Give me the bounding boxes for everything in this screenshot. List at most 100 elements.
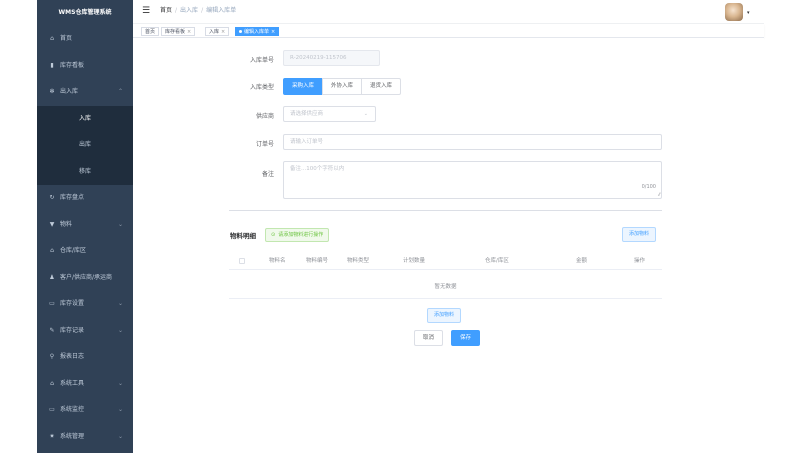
sidebar-item-label: 移库 xyxy=(78,167,91,175)
toolbox-icon: ⌂ xyxy=(50,379,54,387)
remark-placeholder: 备注...100个字符以内 xyxy=(290,166,345,172)
sidebar-item-transfer[interactable]: 移库 xyxy=(37,158,133,185)
tag-label: 入库 xyxy=(209,29,220,35)
sidebar-item-home[interactable]: ⌂ 首页 xyxy=(37,26,133,53)
tag-edit-inbound[interactable]: 编辑入库单 × xyxy=(235,27,280,36)
sidebar: WMS仓库管理系统 ⌂ 首页 ▮ 库存看板 ✻ 出入库 ⌃ 入库 出库 移库 ↻ 库存盘… xyxy=(37,0,133,453)
page-gutter-left xyxy=(0,0,37,453)
remark-char-count: 0/100 xyxy=(641,184,656,190)
sidebar-item-in-out[interactable]: ✻ 出入库 ⌃ xyxy=(37,79,133,106)
sidebar-item-label: 物料 xyxy=(60,220,73,228)
sidebar-item-stocktake[interactable]: ↻ 库存盘点 xyxy=(37,185,133,212)
chevron-up-icon: ⌃ xyxy=(117,88,123,95)
select-all-checkbox[interactable] xyxy=(239,258,245,264)
tags-view: 首页 库存看板 × 入库 × 编辑入库单 × xyxy=(133,24,764,38)
order-num-input[interactable]: 请输入订单号 xyxy=(283,134,662,150)
remark-textarea[interactable]: 备注...100个字符以内 0/100 ⁄⁄ xyxy=(283,161,662,199)
supplier-label: 供应商 xyxy=(255,113,274,120)
home-icon: ⌂ xyxy=(50,35,54,42)
sidebar-item-system-tools[interactable]: ⌂ 系统工具 ⌄ xyxy=(37,371,133,398)
avatar[interactable] xyxy=(725,3,743,21)
close-icon[interactable]: × xyxy=(221,29,225,35)
cancel-button[interactable]: 取消 xyxy=(414,330,444,346)
breadcrumb: 首页 / 出入库 / 编辑入库单 xyxy=(160,7,236,15)
sidebar-item-label: 系统监控 xyxy=(60,406,85,413)
tip-text: 请添加物料进行操作 xyxy=(278,232,324,238)
column-header-material-code: 物料编号 xyxy=(306,258,329,264)
inbound-type-label: 入库类型 xyxy=(249,84,274,91)
section-divider xyxy=(229,210,662,211)
radio-purchase-inbound[interactable]: 采购入库 xyxy=(283,78,324,95)
radio-outsource-inbound[interactable]: 外协入库 xyxy=(322,78,363,95)
cart-icon: ▼ xyxy=(49,220,55,228)
warehouse-icon: ⌂ xyxy=(50,247,54,254)
tag-label: 编辑入库单 xyxy=(244,29,270,35)
tag-inbound[interactable]: 入库 × xyxy=(205,27,230,36)
sidebar-item-system-monitor[interactable]: ▭ 系统监控 ⌄ xyxy=(37,397,133,424)
column-header-material-name: 物料名 xyxy=(269,258,286,264)
add-material-button-bottom[interactable]: 添加物料 xyxy=(427,308,462,323)
sidebar-item-stock-records[interactable]: ✎ 库存记录 ⌄ xyxy=(37,318,133,345)
close-icon[interactable]: × xyxy=(271,29,275,35)
sidebar-item-label: 库存记录 xyxy=(60,326,85,334)
add-material-button-top[interactable]: 添加物料 xyxy=(622,227,657,242)
sidebar-item-label: 首页 xyxy=(60,35,73,42)
sidebar-item-label: 库存看板 xyxy=(60,61,85,69)
sync-icon: ↻ xyxy=(49,194,55,201)
sidebar-item-inventory-board[interactable]: ▮ 库存看板 xyxy=(37,53,133,80)
sidebar-item-material[interactable]: ▼ 物料 ⌄ xyxy=(37,212,133,239)
breadcrumb-item-in-out: 出入库 xyxy=(180,7,199,14)
chevron-down-icon: ⌄ xyxy=(117,379,123,387)
monitor-icon: ▭ xyxy=(49,300,55,307)
pen-icon: ✎ xyxy=(49,326,55,334)
top-navbar: ☰ 首页 / 出入库 / 编辑入库单 ▾ xyxy=(133,0,764,24)
breadcrumb-separator: / xyxy=(201,7,204,14)
sidebar-item-label: 库存盘点 xyxy=(60,194,85,201)
sidebar-item-label: 系统工具 xyxy=(60,379,85,387)
sidebar-item-label: 报表日志 xyxy=(60,353,85,360)
sidebar-item-label: 入库 xyxy=(78,114,91,122)
breadcrumb-item-current: 编辑入库单 xyxy=(206,7,237,14)
close-icon[interactable]: × xyxy=(187,29,191,35)
hamburger-icon[interactable]: ☰ xyxy=(142,6,150,16)
sidebar-item-label: 出库 xyxy=(78,141,91,148)
radio-return-inbound[interactable]: 退货入库 xyxy=(361,78,402,95)
remark-label: 备注 xyxy=(261,171,274,178)
sidebar-item-label: 库存设置 xyxy=(60,300,85,307)
materials-empty-tip: ⊙ 请添加物料进行操作 xyxy=(265,228,330,242)
sidebar-item-partners[interactable]: ♟ 客户/供应商/承运商 xyxy=(37,265,133,292)
caret-down-icon[interactable]: ▾ xyxy=(747,10,750,16)
supplier-select[interactable]: 请选择供应商 ⌄ xyxy=(283,106,376,122)
sidebar-item-inbound[interactable]: 入库 xyxy=(37,105,133,132)
order-num-label: 订单号 xyxy=(255,141,274,148)
log-icon: ⚲ xyxy=(49,353,55,360)
sidebar-item-label: 系统管理 xyxy=(60,432,85,440)
resize-grip-icon[interactable]: ⁄⁄ xyxy=(659,193,660,197)
chevron-down-icon: ⌄ xyxy=(363,111,368,117)
materials-table-header: 物料名 物料编号 物料类型 计划数量 仓库/库区 金额 操作 xyxy=(229,252,662,270)
breadcrumb-item-home[interactable]: 首页 xyxy=(160,7,172,14)
app-title: WMS仓库管理系统 xyxy=(58,9,112,16)
column-header-material-type: 物料类型 xyxy=(347,258,370,264)
monitor-icon: ▭ xyxy=(49,406,55,413)
main-content: 入库单号 R-20240219-115706 入库类型 采购入库 外协入库 退货… xyxy=(133,38,764,453)
info-icon: ⊙ xyxy=(271,232,276,238)
materials-section-title: 物料明细 xyxy=(230,232,256,240)
order-no-input[interactable]: R-20240219-115706 xyxy=(283,50,380,66)
save-button[interactable]: 保存 xyxy=(451,330,481,346)
snowflake-icon: ✻ xyxy=(49,88,55,95)
column-header-actions: 操作 xyxy=(634,258,646,264)
sidebar-item-label: 仓库/库区 xyxy=(60,247,87,254)
chevron-down-icon: ⌄ xyxy=(117,432,123,440)
breadcrumb-separator: / xyxy=(175,7,178,14)
sidebar-item-warehouse[interactable]: ⌂ 仓库/库区 xyxy=(37,238,133,265)
sidebar-item-report-log[interactable]: ⚲ 报表日志 xyxy=(37,344,133,371)
tag-home[interactable]: 首页 xyxy=(141,27,160,36)
supplier-placeholder: 请选择供应商 xyxy=(290,111,324,117)
sidebar-item-stock-settings[interactable]: ▭ 库存设置 ⌄ xyxy=(37,291,133,318)
chevron-down-icon: ⌄ xyxy=(117,326,123,334)
sidebar-item-system-admin[interactable]: ✷ 系统管理 ⌄ xyxy=(37,424,133,451)
order-no-label: 入库单号 xyxy=(249,57,274,64)
tag-inventory-board[interactable]: 库存看板 × xyxy=(161,27,196,36)
sidebar-item-outbound[interactable]: 出库 xyxy=(37,132,133,159)
